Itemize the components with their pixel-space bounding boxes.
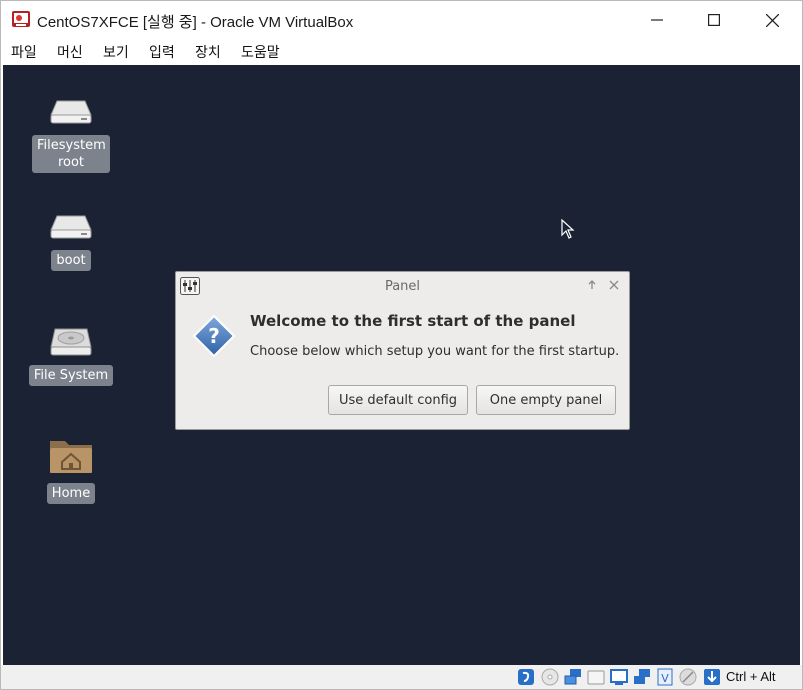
dialog-heading: Welcome to the first start of the panel xyxy=(250,312,576,330)
menu-help[interactable]: 도움말 xyxy=(241,42,280,62)
maximize-button[interactable] xyxy=(685,1,743,39)
mouse-integration-icon[interactable] xyxy=(679,668,697,686)
virtualbox-window: CentOS7XFCE [실행 중] - Oracle VM VirtualBo… xyxy=(0,0,803,690)
minimize-icon xyxy=(651,19,663,21)
svg-text:V: V xyxy=(661,672,669,685)
dialog-shade-button[interactable] xyxy=(585,278,599,292)
desktop-icon-label: Home xyxy=(46,483,96,504)
dialog-close-button[interactable] xyxy=(607,278,621,292)
desktop-icon-label: Filesystem root xyxy=(32,135,110,173)
desktop-icon-home[interactable]: Home xyxy=(26,435,116,504)
desktop-icon-file-system[interactable]: File System xyxy=(26,325,116,386)
close-window-button[interactable] xyxy=(743,1,801,39)
title-bar: CentOS7XFCE [실행 중] - Oracle VM VirtualBo… xyxy=(1,1,802,39)
drive-icon xyxy=(50,100,92,124)
desktop-icon-boot[interactable]: boot xyxy=(26,210,116,271)
desktop-icon-filesystem-root[interactable]: Filesystem root xyxy=(26,95,116,173)
desktop-icon-label: boot xyxy=(51,250,91,271)
close-icon xyxy=(609,280,619,290)
close-icon xyxy=(765,13,779,27)
menu-bar: 파일 머신 보기 입력 장치 도움말 xyxy=(1,39,802,65)
desktop-icon-label: File System xyxy=(28,365,114,386)
status-bar: V Ctrl + Alt xyxy=(1,665,802,689)
svg-text:?: ? xyxy=(208,324,220,348)
home-folder-icon xyxy=(50,441,92,473)
usb-icon[interactable] xyxy=(587,668,605,686)
display-icon[interactable] xyxy=(633,668,651,686)
menu-machine[interactable]: 머신 xyxy=(57,42,83,62)
window-title: CentOS7XFCE [실행 중] - Oracle VM VirtualBo… xyxy=(37,14,354,31)
minimize-button[interactable] xyxy=(628,1,686,39)
mouse-pointer-icon xyxy=(561,219,575,239)
drive-icon xyxy=(50,215,92,239)
keyboard-capture-icon[interactable] xyxy=(703,668,721,686)
harddisk-icon xyxy=(50,328,92,356)
menu-input[interactable]: 입력 xyxy=(149,42,175,62)
host-key-label: Ctrl + Alt xyxy=(726,669,776,684)
network-icon[interactable] xyxy=(564,668,582,686)
optical-drive-icon[interactable] xyxy=(541,668,559,686)
panel-welcome-dialog: Panel ? Welcome to the first start of th… xyxy=(175,271,630,430)
hard-disk-activity-icon[interactable] xyxy=(517,668,535,686)
menu-view[interactable]: 보기 xyxy=(103,42,129,62)
dialog-message: Choose below which setup you want for th… xyxy=(250,344,620,359)
question-icon: ? xyxy=(192,314,236,358)
maximize-icon xyxy=(708,14,720,26)
vm-display[interactable]: Filesystem root boot File System Home Pa… xyxy=(3,65,800,665)
arrow-up-icon xyxy=(588,280,596,289)
menu-file[interactable]: 파일 xyxy=(11,42,37,62)
menu-devices[interactable]: 장치 xyxy=(195,42,221,62)
dialog-title-bar: Panel xyxy=(176,272,629,300)
shared-folders-icon[interactable] xyxy=(610,668,628,686)
use-default-config-button[interactable]: Use default config xyxy=(328,385,468,415)
virtualbox-app-icon xyxy=(12,11,30,27)
virtualization-icon[interactable]: V xyxy=(656,668,674,686)
dialog-title: Panel xyxy=(384,279,421,294)
one-empty-panel-button[interactable]: One empty panel xyxy=(476,385,616,415)
